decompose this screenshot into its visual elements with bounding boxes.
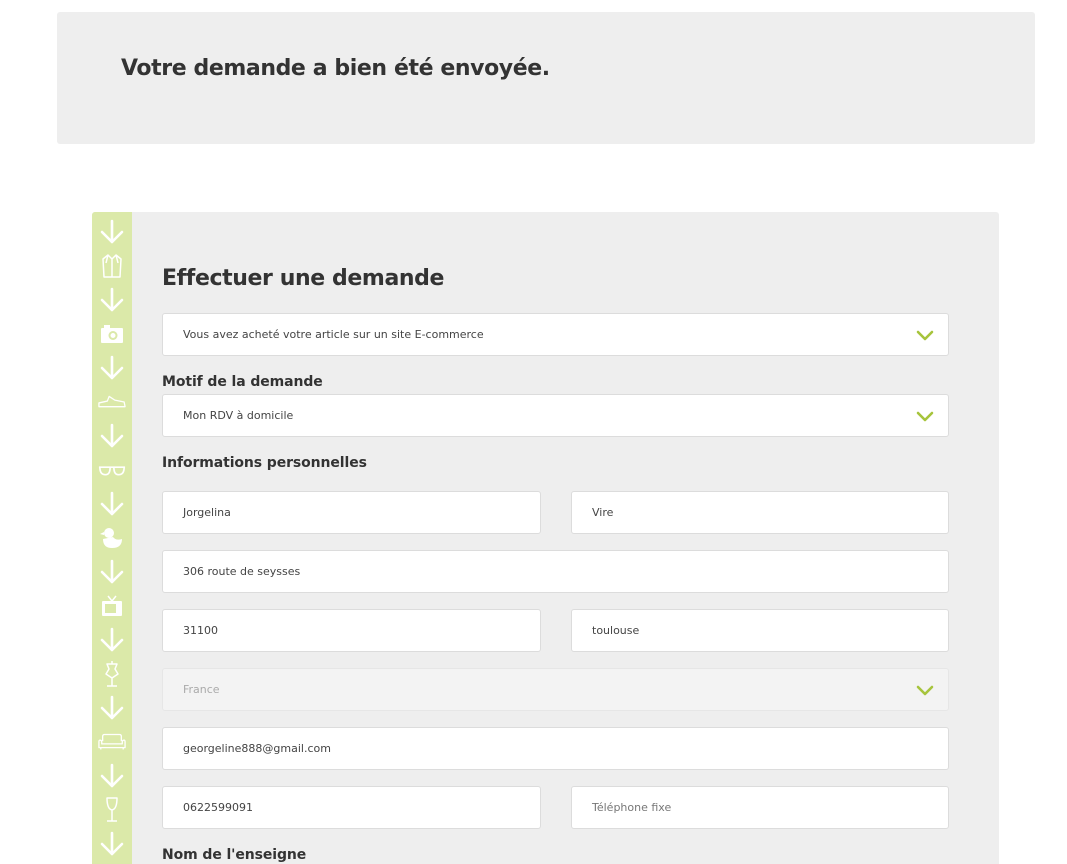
- purchase-channel-value: Vous avez acheté votre article sur un si…: [183, 328, 484, 341]
- arrow-down-icon: [98, 762, 126, 790]
- purchase-channel-select[interactable]: Vous avez acheté votre article sur un si…: [162, 313, 949, 356]
- email-input[interactable]: georgeline888@gmail.com: [162, 727, 949, 770]
- chevron-down-icon: [916, 685, 934, 696]
- city-input[interactable]: toulouse: [571, 609, 949, 652]
- camera-icon: [98, 320, 126, 348]
- chevron-down-icon: [916, 330, 934, 341]
- arrow-down-icon: [98, 558, 126, 586]
- shoe-icon: [98, 388, 126, 416]
- sofa-icon: [98, 728, 126, 756]
- personal-info-label: Informations personnelles: [162, 455, 367, 471]
- tv-icon: [98, 592, 126, 620]
- request-form: Effectuer une demande Vous avez acheté v…: [92, 212, 999, 864]
- form-title: Effectuer une demande: [162, 266, 445, 291]
- country-select[interactable]: France: [162, 668, 949, 711]
- arrow-down-icon: [98, 626, 126, 654]
- wine-glass-icon: [98, 796, 126, 824]
- coat-icon: [98, 252, 126, 280]
- motif-value: Mon RDV à domicile: [183, 409, 294, 422]
- arrow-down-icon: [98, 830, 126, 858]
- glasses-icon: [98, 456, 126, 484]
- mobile-phone-input[interactable]: 0622599091: [162, 786, 541, 829]
- success-banner: Votre demande a bien été envoyée.: [57, 12, 1035, 144]
- arrow-down-icon: [98, 422, 126, 450]
- country-value: France: [183, 683, 220, 696]
- decorative-icon-strip: [92, 212, 132, 864]
- last-name-input[interactable]: Vire: [571, 491, 949, 534]
- arrow-down-icon: [98, 694, 126, 722]
- landline-phone-input[interactable]: Téléphone fixe: [571, 786, 949, 829]
- motif-label: Motif de la demande: [162, 374, 323, 390]
- motif-select[interactable]: Mon RDV à domicile: [162, 394, 949, 437]
- first-name-input[interactable]: Jorgelina: [162, 491, 541, 534]
- arrow-down-icon: [98, 490, 126, 518]
- mannequin-icon: [98, 660, 126, 688]
- arrow-down-icon: [98, 218, 126, 246]
- address-input[interactable]: 306 route de seysses: [162, 550, 949, 593]
- chevron-down-icon: [916, 411, 934, 422]
- store-name-label: Nom de l'enseigne: [162, 847, 307, 863]
- success-message: Votre demande a bien été envoyée.: [121, 56, 550, 81]
- arrow-down-icon: [98, 286, 126, 314]
- postal-code-input[interactable]: 31100: [162, 609, 541, 652]
- duck-icon: [98, 524, 126, 552]
- arrow-down-icon: [98, 354, 126, 382]
